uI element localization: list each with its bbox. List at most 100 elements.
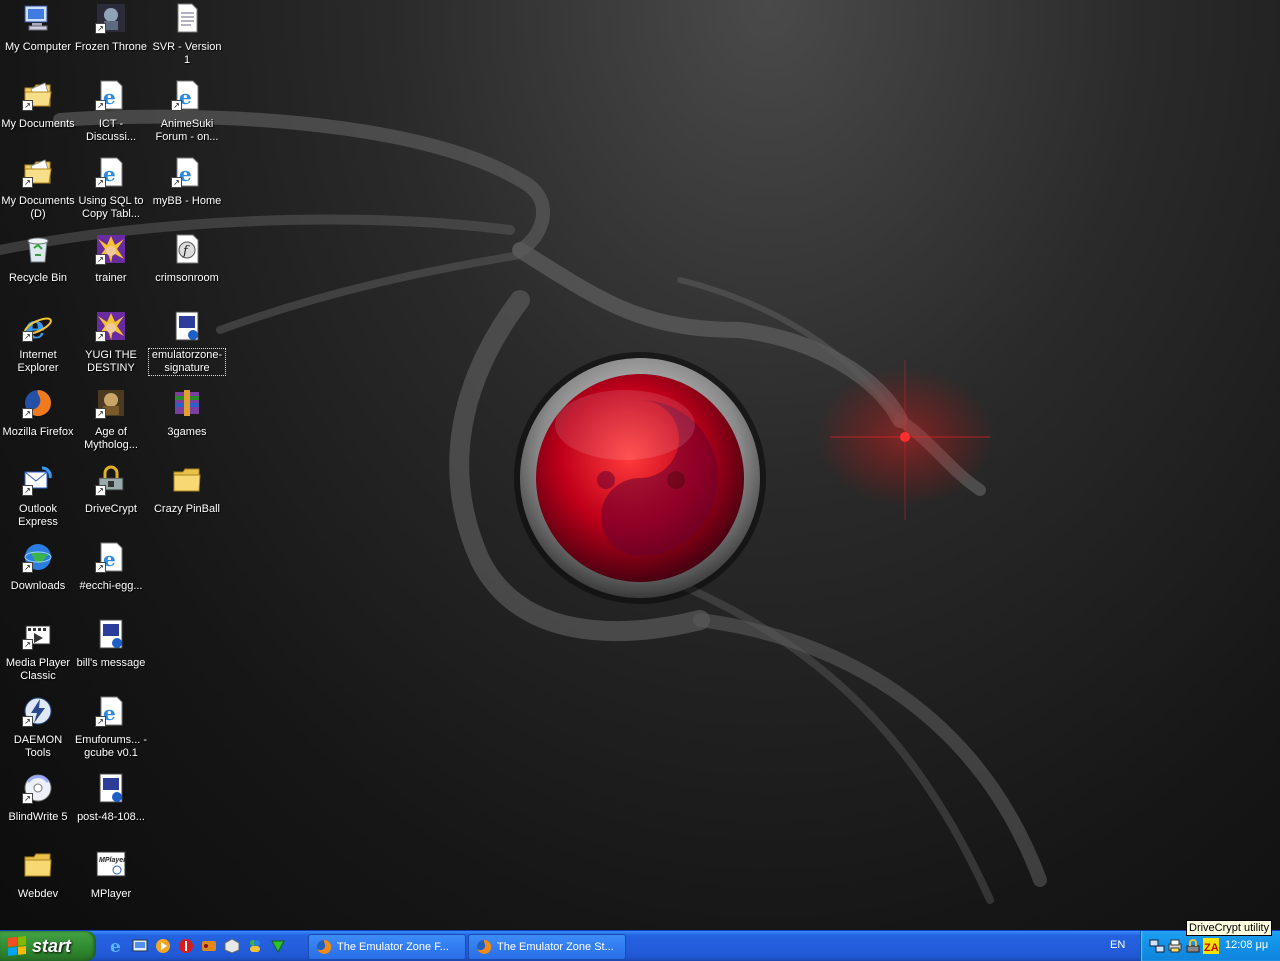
- desktop-icon-label: BlindWrite 5: [8, 811, 68, 823]
- recycle-bin-icon: [22, 233, 54, 265]
- desktop-icon-label: trainer: [95, 272, 127, 284]
- desktop-icon[interactable]: ↗ Frozen Throne: [73, 2, 149, 54]
- downloads-globe-icon: ↗: [22, 541, 54, 573]
- desktop-icon[interactable]: e ↗ Using SQL to Copy Tabl...: [73, 156, 149, 221]
- drivecrypt-tray-icon[interactable]: [1185, 938, 1201, 954]
- desktop-icon[interactable]: e ↗ #ecchi-egg...: [73, 541, 149, 593]
- show-desktop-icon[interactable]: [131, 937, 149, 955]
- taskbar-window-2[interactable]: The Emulator Zone St...: [468, 934, 626, 960]
- blindwrite-icon: ↗: [22, 772, 54, 804]
- language-indicator[interactable]: EN: [1110, 939, 1125, 951]
- windows-logo-icon: [8, 936, 26, 956]
- zonealarm-icon[interactable]: ZA: [1203, 938, 1219, 954]
- desktop-icon[interactable]: e ↗ myBB - Home: [149, 156, 225, 208]
- desktop-icon[interactable]: ↗ trainer: [73, 233, 149, 285]
- internet-explorer-icon[interactable]: e: [108, 937, 126, 955]
- desktop-icon[interactable]: ↗ YUGI THE DESTINY: [73, 310, 149, 375]
- printer-icon[interactable]: [1167, 938, 1183, 954]
- tray-tooltip: DriveCrypt utility: [1186, 920, 1273, 936]
- desktop-icon[interactable]: ↗ My Documents (D): [0, 156, 76, 221]
- internet-shortcut-icon: e ↗: [95, 156, 127, 188]
- desktop-icon[interactable]: ↗ Downloads: [0, 541, 76, 593]
- desktop-icon[interactable]: ↗ BlindWrite 5: [0, 772, 76, 824]
- desktop-icon[interactable]: My Computer: [0, 2, 76, 54]
- desktop-icon-label: bill's message: [76, 657, 146, 669]
- desktop-icon-label: Crazy PinBall: [153, 503, 221, 515]
- svg-text:MPlayer: MPlayer: [99, 857, 127, 864]
- desktop-icon-label: Age of Mytholog...: [84, 426, 138, 451]
- desktop-icon[interactable]: SVR - Version 1: [149, 2, 225, 67]
- desktop-icon-label: My Documents (D): [1, 195, 75, 220]
- desktop-icon[interactable]: ↗ Media Player Classic: [0, 618, 76, 683]
- shortcut-arrow-icon: ↗: [22, 331, 33, 342]
- desktop-icon-label: Mozilla Firefox: [2, 426, 74, 438]
- desktop-icon[interactable]: bill's message: [73, 618, 149, 670]
- image-file-icon: [95, 772, 127, 804]
- taskbar-window-title: The Emulator Zone St...: [497, 941, 614, 953]
- desktop-icon-label: Webdev: [17, 888, 59, 900]
- svg-text:e: e: [110, 937, 121, 955]
- desktop-icon-label: Using SQL to Copy Tabl...: [78, 195, 144, 220]
- taskbar-window-1[interactable]: The Emulator Zone F...: [308, 934, 466, 960]
- desktop-icon-label: ICT - Discussi...: [85, 118, 137, 143]
- desktop-icon[interactable]: ↗ DAEMON Tools: [0, 695, 76, 760]
- shortcut-arrow-icon: ↗: [22, 100, 33, 111]
- taskbar-window-title: The Emulator Zone F...: [337, 941, 449, 953]
- desktop-icon-label: My Computer: [4, 41, 72, 53]
- desktop-icon-label: Recycle Bin: [8, 272, 68, 284]
- internet-shortcut-icon: e ↗: [95, 541, 127, 573]
- desktop-icon-label: myBB - Home: [152, 195, 222, 207]
- desktop-icon[interactable]: f crimsonroom: [149, 233, 225, 285]
- shortcut-arrow-icon: ↗: [22, 639, 33, 650]
- desktop-icon[interactable]: e ↗ Emuforums... - gcube v0.1: [73, 695, 149, 760]
- image-file-icon: [171, 310, 203, 342]
- shortcut-arrow-icon: ↗: [95, 408, 106, 419]
- desktop-icon[interactable]: MPlayer MPlayer: [73, 849, 149, 901]
- desktop-icon[interactable]: e ↗ AnimeSuki Forum - on...: [149, 79, 225, 144]
- my-documents-folder-icon: ↗: [22, 79, 54, 111]
- clock[interactable]: 12:08 μμ: [1225, 939, 1268, 951]
- folder-icon: [22, 849, 54, 881]
- desktop-icon[interactable]: Webdev: [0, 849, 76, 901]
- network-icon[interactable]: [1149, 938, 1165, 954]
- green-arrow-icon[interactable]: [269, 937, 287, 955]
- start-label: start: [32, 935, 72, 956]
- daemon-tools-icon: ↗: [22, 695, 54, 727]
- desktop-icon[interactable]: e ↗ ICT - Discussi...: [73, 79, 149, 144]
- desktop-icon[interactable]: 3games: [149, 387, 225, 439]
- desktop-icon-label: Emuforums... - gcube v0.1: [74, 734, 148, 759]
- desktop-icon-label: crimsonroom: [155, 272, 219, 284]
- desktop-icon[interactable]: ↗ Age of Mytholog...: [73, 387, 149, 452]
- start-button[interactable]: start: [0, 931, 96, 961]
- my-computer-icon: [22, 2, 54, 34]
- desktop-icon-label: MPlayer: [90, 888, 132, 900]
- desktop-icon[interactable]: emulatorzone-signature: [148, 310, 226, 376]
- messenger-icon[interactable]: [246, 937, 264, 955]
- shortcut-arrow-icon: ↗: [95, 177, 106, 188]
- antivirus-icon[interactable]: [177, 937, 195, 955]
- image-file-icon: [95, 618, 127, 650]
- shortcut-arrow-icon: ↗: [171, 100, 182, 111]
- internet-shortcut-icon: e ↗: [171, 156, 203, 188]
- desktop-icon[interactable]: ↗ DriveCrypt: [73, 464, 149, 516]
- desktop-icon[interactable]: Recycle Bin: [0, 233, 76, 285]
- desktop-icon[interactable]: ↗ My Documents: [0, 79, 76, 131]
- desktop-icon[interactable]: ↗ Outlook Express: [0, 464, 76, 529]
- internet-shortcut-icon: e ↗: [95, 695, 127, 727]
- desktop-icon[interactable]: e ↗ Internet Explorer: [0, 310, 76, 375]
- desktop-icon[interactable]: Crazy PinBall: [149, 464, 225, 516]
- shortcut-arrow-icon: ↗: [95, 331, 106, 342]
- game-icon[interactable]: [200, 937, 218, 955]
- desktop-icon-label: #ecchi-egg...: [79, 580, 143, 592]
- desktop-icon[interactable]: ↗ Mozilla Firefox: [0, 387, 76, 439]
- package-icon[interactable]: [223, 937, 241, 955]
- shortcut-arrow-icon: ↗: [171, 177, 182, 188]
- media-player-icon[interactable]: [154, 937, 172, 955]
- desktop-icon-grid: My Computer ↗ Frozen Throne SVR - Version 1…: [0, 0, 230, 930]
- desktop-icon-label: AnimeSuki Forum - on...: [155, 118, 219, 143]
- shortcut-arrow-icon: ↗: [95, 254, 106, 265]
- desktop-icon[interactable]: post-48-108...: [73, 772, 149, 824]
- flash-movie-icon: f: [171, 233, 203, 265]
- outlook-express-icon: ↗: [22, 464, 54, 496]
- shortcut-arrow-icon: ↗: [22, 562, 33, 573]
